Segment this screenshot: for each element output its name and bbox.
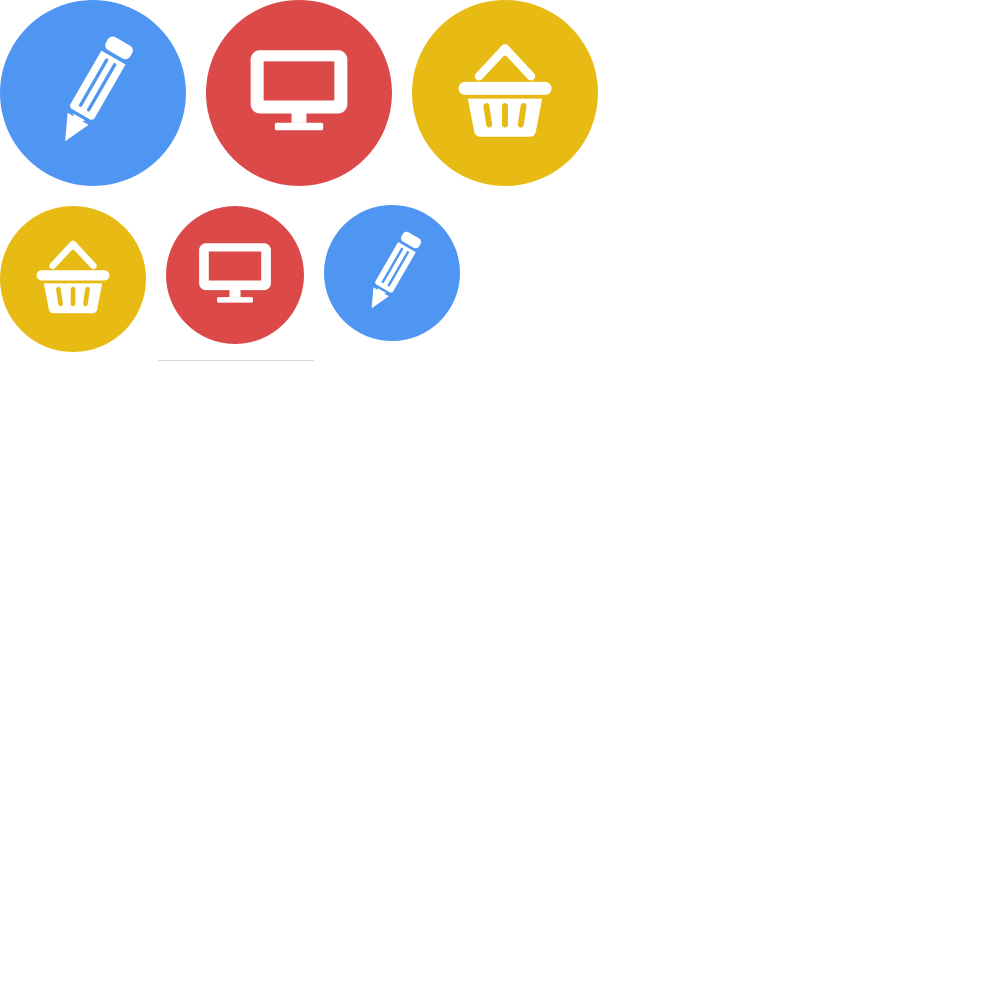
monitor-icon [250, 50, 348, 131]
basket-icon [36, 240, 110, 314]
icon-grid [0, 0, 1000, 1000]
basket-button[interactable] [412, 0, 598, 186]
pencil-icon [65, 36, 133, 142]
monitor-button-small[interactable] [166, 206, 304, 344]
monitor-icon [199, 243, 271, 303]
edit-button[interactable] [0, 0, 186, 186]
monitor-button[interactable] [206, 0, 392, 186]
basket-icon [458, 44, 552, 137]
edit-button-small[interactable] [324, 205, 460, 341]
basket-button-small[interactable] [0, 206, 146, 352]
pencil-icon [371, 231, 422, 309]
divider [158, 360, 314, 361]
